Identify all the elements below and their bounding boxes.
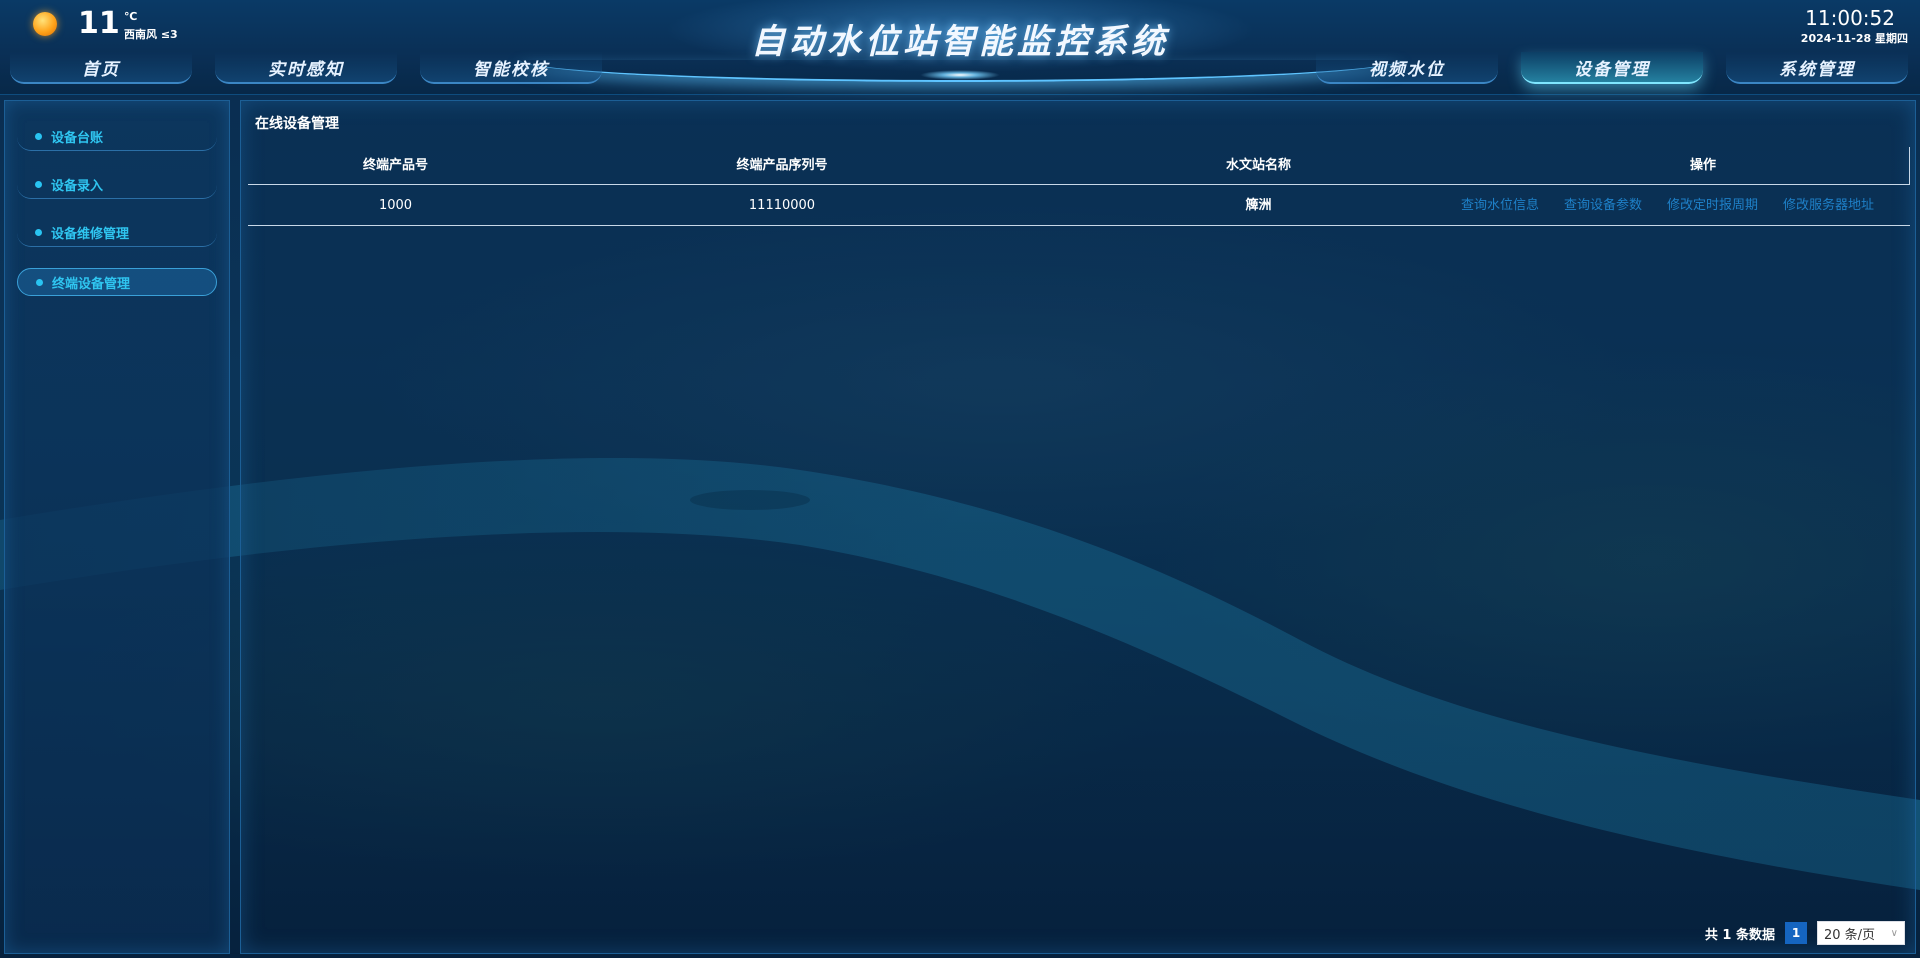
sun-icon [33, 12, 57, 36]
column-header-actions: 操作 [1689, 158, 1716, 173]
modify-report-period-link[interactable]: 修改定时报周期 [1667, 185, 1758, 226]
cell-station: 簰洲 [1245, 198, 1272, 213]
wind-info: 西南风 ≤3 [124, 28, 178, 41]
column-header-product-no: 终端产品号 [362, 158, 428, 173]
nav-tab-system-management[interactable]: 系统管理 [1726, 52, 1908, 84]
sidebar-item-device-entry[interactable]: 设备录入 [17, 171, 217, 199]
table-header: 终端产品号 终端产品序列号 水文站名称 操作 [248, 147, 1910, 185]
panel-title: 在线设备管理 [255, 116, 339, 132]
cell-product-no: 1000 [378, 198, 413, 213]
sidebar-item-label: 设备维修管理 [51, 227, 130, 242]
modify-server-address-link[interactable]: 修改服务器地址 [1783, 185, 1874, 226]
clock-time: 11:00:52 [1805, 6, 1895, 30]
nav-tab-realtime[interactable]: 实时感知 [215, 52, 397, 84]
sidebar-item-label: 设备录入 [51, 179, 104, 194]
table-row: 1000 11110000 簰洲 查询水位信息 查询设备参数 修改定时报周期 修… [248, 185, 1910, 226]
page-size-value: 20 条/页 [1824, 927, 1876, 943]
main-panel: 在线设备管理 终端产品号 终端产品序列号 水文站名称 操作 1000 11110… [240, 100, 1916, 954]
pagination: 共 1 条数据 1 20 条/页 ∨ [1705, 921, 1905, 945]
clock-date: 2024-11-28 星期四 [1800, 32, 1908, 45]
bullet-dot-icon [35, 181, 42, 188]
temperature-value: 11 [78, 6, 120, 41]
sidebar-item-label: 设备台账 [51, 131, 104, 146]
page-size-select[interactable]: 20 条/页 ∨ [1817, 921, 1905, 945]
nav-tab-home[interactable]: 首页 [10, 52, 192, 84]
nav-tab-verification[interactable]: 智能校核 [420, 52, 602, 84]
column-header-station: 水文站名称 [1225, 158, 1291, 173]
top-header: 自动水位站智能监控系统 11 ℃ 西南风 ≤3 11:00:52 2024-11… [0, 0, 1920, 95]
bullet-dot-icon [36, 279, 43, 286]
sidebar-item-device-repair[interactable]: 设备维修管理 [17, 219, 217, 247]
sidebar: 设备台账 设备录入 设备维修管理 终端设备管理 [4, 100, 230, 954]
bullet-dot-icon [35, 133, 42, 140]
query-device-params-link[interactable]: 查询设备参数 [1564, 185, 1642, 226]
header-divider [1909, 147, 1910, 185]
sidebar-item-terminal-device[interactable]: 终端设备管理 [17, 268, 217, 296]
sidebar-item-label: 终端设备管理 [52, 276, 131, 292]
header-light-dot [920, 70, 1000, 80]
sidebar-item-device-ledger[interactable]: 设备台账 [17, 123, 217, 151]
column-header-serial-no: 终端产品序列号 [736, 158, 828, 173]
pagination-total: 共 1 条数据 [1704, 927, 1775, 943]
bullet-dot-icon [35, 229, 42, 236]
query-water-level-link[interactable]: 查询水位信息 [1461, 185, 1539, 226]
chevron-down-icon: ∨ [1890, 927, 1898, 939]
device-table: 终端产品号 终端产品序列号 水文站名称 操作 1000 11110000 簰洲 … [248, 147, 1910, 226]
cell-serial-no: 11110000 [748, 198, 816, 213]
page-number-button[interactable]: 1 [1785, 922, 1807, 944]
nav-tab-video-level[interactable]: 视频水位 [1316, 52, 1498, 84]
temperature-unit: ℃ [124, 10, 138, 23]
nav-tab-device-management[interactable]: 设备管理 [1521, 52, 1703, 84]
